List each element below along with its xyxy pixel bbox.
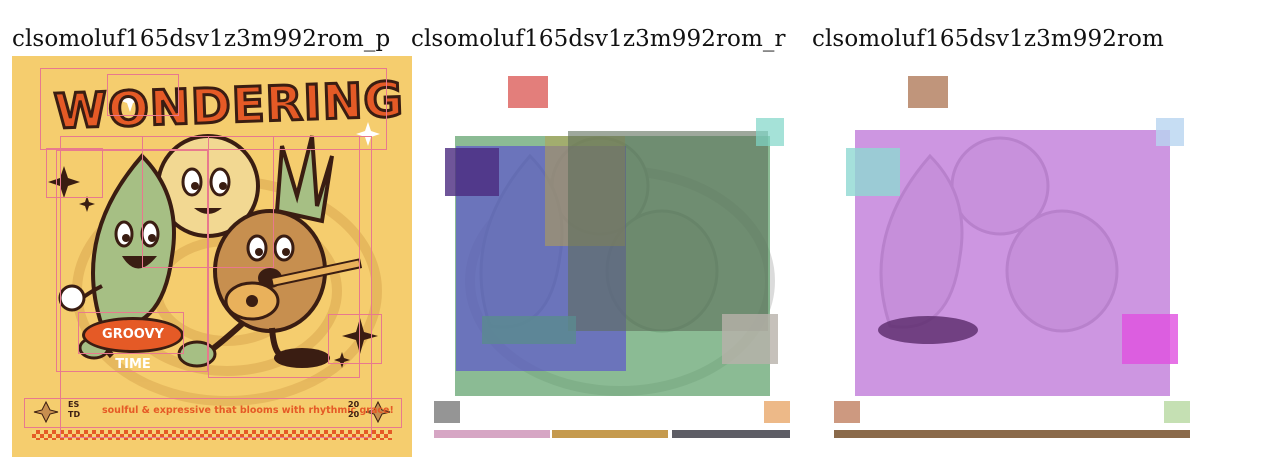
poster-panel: WONDERING GROOVY TIME ES TD soulful & ex… [12, 56, 412, 457]
region-pineapple [568, 131, 768, 331]
overlay-panel-r [430, 56, 800, 457]
region-tag-star-left [834, 401, 860, 423]
region-sparkle [508, 76, 548, 108]
strip-full [834, 430, 1190, 438]
strip-2 [552, 430, 668, 438]
region-sparkle-top [756, 118, 784, 146]
region-sparkle [908, 76, 948, 108]
overlay-panel-base [830, 56, 1200, 457]
region-tag-star-left [434, 401, 460, 423]
bbox [107, 74, 179, 116]
caption-p: clsomoluf165dsv1z3m992rom_p [12, 26, 391, 52]
bbox [328, 314, 382, 364]
strip-1 [434, 430, 550, 438]
caption-r: clsomoluf165dsv1z3m992rom_r [411, 26, 786, 52]
region-sparkle-top [1156, 118, 1184, 146]
bbox [78, 312, 184, 354]
region-sparkle-right [1122, 314, 1178, 364]
region-sparkle-left [445, 148, 499, 196]
region-sparkle-left [846, 148, 900, 196]
caption-base: clsomoluf165dsv1z3m992rom [812, 26, 1164, 52]
region-sparkle-right [722, 314, 778, 364]
region-badge [878, 316, 978, 344]
region-tag-star-right [764, 401, 790, 423]
region-tag-star-right [1164, 401, 1190, 423]
strip-3 [672, 430, 790, 438]
region-badge [482, 316, 576, 344]
bbox [24, 398, 402, 428]
